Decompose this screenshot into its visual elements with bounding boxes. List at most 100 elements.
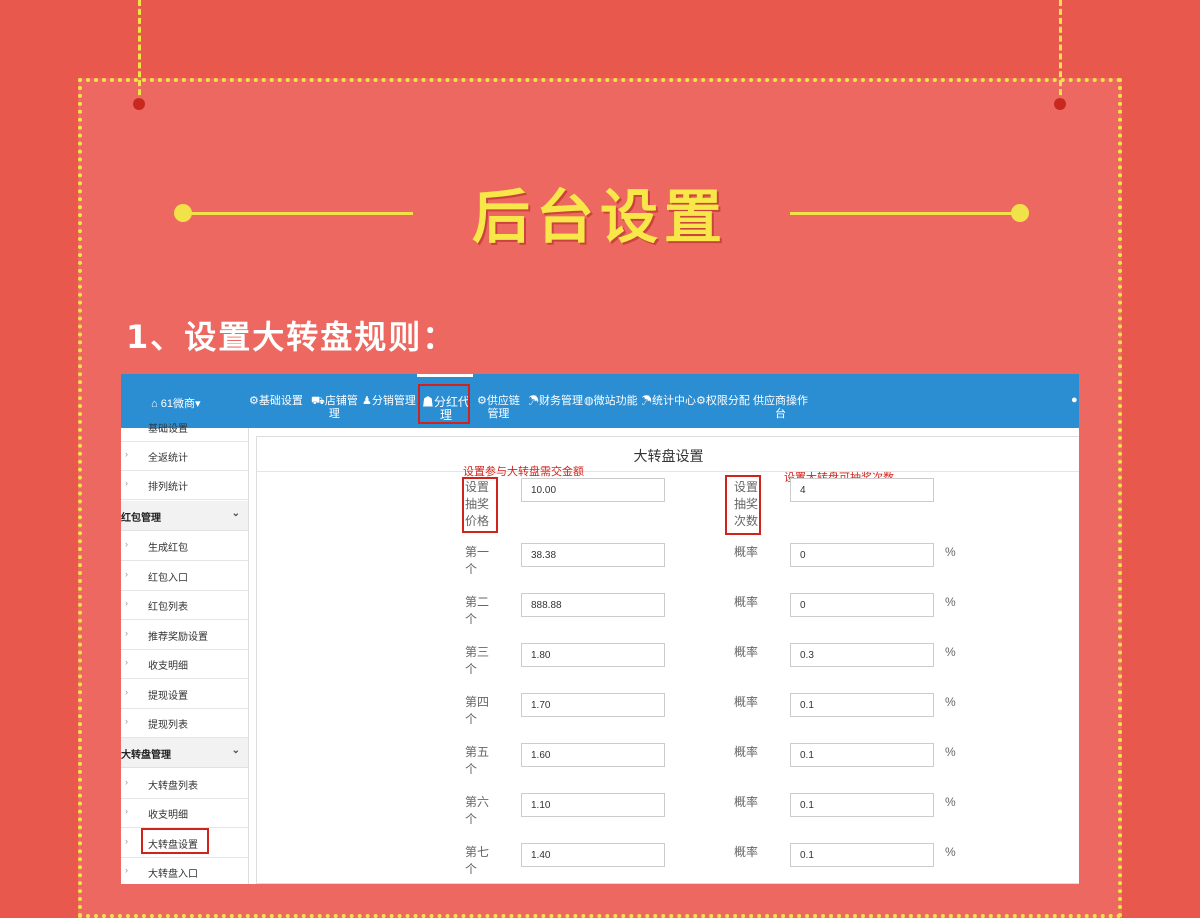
prize-label: 第六个 (465, 795, 490, 826)
prize-label: 第一个 (465, 545, 490, 576)
chevron-right-icon: › (125, 836, 128, 846)
chevron-right-icon: › (125, 657, 128, 667)
percent-sign: % (945, 745, 956, 759)
sidebar-active-highlight (141, 828, 209, 854)
globe-icon: ◍ (584, 395, 594, 407)
count-input[interactable]: 4 (790, 478, 934, 502)
prob-input[interactable]: 0 (790, 543, 934, 567)
gear-icon: ⚙ (696, 395, 706, 407)
prize-label: 第四个 (465, 695, 490, 726)
prize-amount-input[interactable]: 1.40 (521, 843, 665, 867)
percent-sign: % (945, 795, 956, 809)
prize-label: 第二个 (465, 595, 490, 626)
chevron-right-icon: › (125, 569, 128, 579)
sidebar-item-full-refund-stats[interactable]: › 全返统计 (121, 441, 248, 471)
percent-sign: % (945, 545, 956, 559)
nav-shop-management[interactable]: ⛟店铺管 理 (311, 395, 358, 421)
chevron-right-icon: › (125, 865, 128, 875)
hanging-string-right (1059, 0, 1062, 104)
admin-screenshot: ⌂ 61微商▾ ⚙基础设置 ⛟店铺管 理 ♟分销管理 ☗分红代 理 ⚙供应链 管… (121, 374, 1079, 884)
sidebar-item-wheel-list[interactable]: › 大转盘列表 (121, 769, 248, 799)
prize-label: 第三个 (465, 645, 490, 676)
percent-sign: % (945, 595, 956, 609)
sidebar-group-wheel[interactable]: 大转盘管理 ⌄ (121, 738, 248, 768)
title-line-right (790, 212, 1015, 215)
sidebar-group-red-packet[interactable]: 红包管理 ⌄ (121, 501, 248, 531)
user-icon[interactable]: ● (1071, 394, 1078, 406)
prize-amount-input[interactable]: 1.80 (521, 643, 665, 667)
nav-finance[interactable]: ☂财务管理 (528, 395, 583, 408)
sidebar-item-basic-settings[interactable]: 基础设置 (121, 412, 248, 442)
price-input[interactable]: 10.00 (521, 478, 665, 502)
prize-amount-input[interactable]: 1.70 (521, 693, 665, 717)
prob-label: 概率 (734, 745, 759, 759)
person-icon: ♟ (362, 395, 372, 407)
title-line-left (188, 212, 413, 215)
truck-icon: ⛟ (311, 395, 325, 407)
sidebar-item-wheel-entry[interactable]: › 大转盘入口 (121, 857, 248, 884)
prize-amount-input[interactable]: 38.38 (521, 543, 665, 567)
nav-distribution[interactable]: ♟分销管理 (362, 395, 416, 408)
prob-label: 概率 (734, 595, 759, 609)
chevron-right-icon: › (125, 598, 128, 608)
prob-label: 概率 (734, 695, 759, 709)
chevron-right-icon: › (125, 628, 128, 638)
prob-input[interactable]: 0.1 (790, 693, 934, 717)
chevron-down-icon: ⌄ (231, 508, 240, 519)
sidebar-item-withdraw-settings[interactable]: › 提现设置 (121, 679, 248, 709)
umbrella-icon: ☂ (641, 395, 652, 407)
nav-supplier-console[interactable]: 供应商操作台 (753, 395, 808, 421)
nav-basic-settings[interactable]: ⚙基础设置 (249, 395, 303, 408)
prob-input[interactable]: 0 (790, 593, 934, 617)
sidebar-item-ranking-stats[interactable]: › 排列统计 (121, 470, 248, 500)
sidebar-item-red-packet-entry[interactable]: › 红包入口 (121, 561, 248, 591)
prize-amount-input[interactable]: 888.88 (521, 593, 665, 617)
subtitle: 1、设置大转盘规则： (126, 318, 457, 356)
sidebar-item-referral-reward[interactable]: › 推荐奖励设置 (121, 620, 248, 650)
prob-input[interactable]: 0.1 (790, 793, 934, 817)
form-header: 大转盘设置 (257, 437, 1079, 472)
percent-sign: % (945, 645, 956, 659)
title-knob-right (1011, 204, 1029, 222)
main-title: 后台设置 (471, 183, 728, 251)
prob-input[interactable]: 0.1 (790, 743, 934, 767)
active-tab-indicator (417, 374, 473, 377)
chevron-right-icon: › (125, 716, 128, 726)
home-icon: ⌂ (151, 398, 158, 410)
nav-permissions[interactable]: ⚙权限分配 (696, 395, 750, 408)
chevron-right-icon: › (125, 777, 128, 787)
pin-left (133, 98, 145, 110)
nav-microsite[interactable]: ◍微站功能 (584, 395, 638, 408)
gear-icon: ⚙ (249, 395, 259, 407)
chevron-down-icon: ⌄ (231, 745, 240, 756)
percent-sign: % (945, 845, 956, 859)
sidebar-item-red-packet-list[interactable]: › 红包列表 (121, 590, 248, 620)
prize-amount-input[interactable]: 1.60 (521, 743, 665, 767)
prob-label: 概率 (734, 845, 759, 859)
nav-statistics[interactable]: ☂统计中心 (641, 395, 696, 408)
top-navigation: ⌂ 61微商▾ ⚙基础设置 ⛟店铺管 理 ♟分销管理 ☗分红代 理 ⚙供应链 管… (121, 374, 1079, 428)
form-title: 大转盘设置 (633, 448, 704, 464)
wheel-settings-form: 大转盘设置 设置参与大转盘需交金额 设置大转盘可抽奖次数 设置抽奖价格 10.0… (256, 436, 1079, 884)
prize-amount-input[interactable]: 1.10 (521, 793, 665, 817)
sidebar: 基础设置 › 全返统计 › 排列统计 红包管理 ⌄ › 生成红包 › 红包入口 … (121, 424, 249, 884)
sidebar-item-wheel-income[interactable]: › 收支明细 (121, 798, 248, 828)
prize-label: 第七个 (465, 845, 490, 876)
chevron-right-icon: › (125, 806, 128, 816)
price-label: 设置 抽奖 价格 (465, 480, 490, 528)
prob-label: 概率 (734, 645, 759, 659)
nav-active-highlight (418, 384, 470, 424)
prob-label: 概率 (734, 795, 759, 809)
prob-input[interactable]: 0.1 (790, 843, 934, 867)
nav-supply-chain[interactable]: ⚙供应链 管理 (477, 395, 520, 421)
sidebar-item-income-details[interactable]: › 收支明细 (121, 649, 248, 679)
gears-icon: ⚙ (477, 395, 487, 407)
sidebar-item-withdraw-list[interactable]: › 提现列表 (121, 708, 248, 738)
prob-input[interactable]: 0.3 (790, 643, 934, 667)
chevron-right-icon: › (125, 687, 128, 697)
prize-label: 第五个 (465, 745, 490, 776)
count-label: 设置 抽奖 次数 (734, 480, 759, 528)
brand-menu[interactable]: ⌂ 61微商▾ (151, 395, 200, 411)
sidebar-item-generate-red-packet[interactable]: › 生成红包 (121, 531, 248, 561)
chevron-right-icon: › (125, 449, 128, 459)
